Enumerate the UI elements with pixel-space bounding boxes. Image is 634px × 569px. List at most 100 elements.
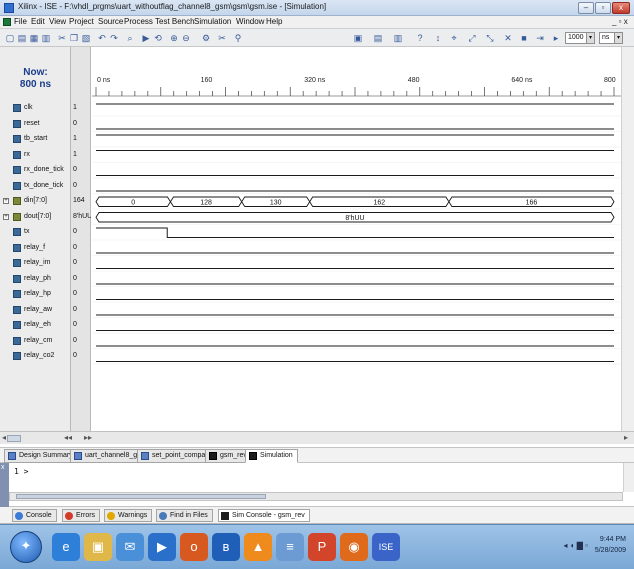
notepad-icon[interactable]: ≡	[276, 533, 304, 561]
cut-tool-icon[interactable]: ✂	[216, 32, 228, 44]
tab-find-in-files[interactable]: Find in Files	[156, 509, 213, 522]
signal-row-rx-done-tick[interactable]: rx_done_tick	[0, 163, 71, 177]
signal-row-tb-start[interactable]: tb_start	[0, 132, 71, 146]
folder-icon[interactable]: ▣	[84, 533, 112, 561]
firefox-icon[interactable]: ◉	[340, 533, 368, 561]
open-icon[interactable]: ▤	[16, 32, 28, 44]
menu-file[interactable]: File	[14, 17, 27, 26]
expand-icon[interactable]: +	[3, 213, 9, 220]
tab-warnings[interactable]: Warnings	[104, 509, 153, 522]
signal-row-relay-f[interactable]: relay_f	[0, 241, 71, 255]
cursor-icon[interactable]: ↕	[432, 32, 444, 44]
print-icon[interactable]: ▥	[40, 32, 52, 44]
help-icon[interactable]: ?	[414, 32, 426, 44]
zoom-in-icon[interactable]: ⊕	[168, 32, 180, 44]
internet-explorer-icon[interactable]: e	[52, 533, 80, 561]
tab-design-summary[interactable]: Design Summary	[4, 449, 78, 463]
console-vertical-scrollbar[interactable]	[623, 463, 634, 492]
tab-console[interactable]: Console	[12, 509, 57, 522]
menu-simulation[interactable]: Simulation	[194, 17, 231, 26]
clock[interactable]: 9:44 PM 5/28/2009	[595, 534, 626, 556]
console-prompt[interactable]: 1 >	[14, 467, 28, 476]
run-time-select[interactable]: 1000 ▾	[565, 32, 595, 44]
start-button[interactable]: ✦	[10, 531, 42, 563]
signal-row-rx[interactable]: rx	[0, 148, 71, 162]
bluetooth-icon[interactable]: ʙ	[212, 533, 240, 561]
close-icon[interactable]: x	[1, 464, 5, 471]
new-icon[interactable]: ▢	[4, 32, 16, 44]
scroll-prev-icon[interactable]: ◂◂	[64, 433, 72, 442]
signal-row-relay-ph[interactable]: relay_ph	[0, 272, 71, 286]
maximize-button[interactable]: ▫	[595, 2, 611, 14]
media-icon[interactable]: ▶	[148, 533, 176, 561]
compile-icon[interactable]: ⚙	[200, 32, 212, 44]
signal-row-clk[interactable]: clk	[0, 101, 71, 115]
vlc-icon[interactable]: ▲	[244, 533, 272, 561]
marker-icon[interactable]: ⌖	[448, 32, 460, 44]
window-tile-icon[interactable]: ▣	[352, 32, 364, 44]
binoculars-icon[interactable]: ⚲	[232, 32, 244, 44]
console-horizontal-scrollbar[interactable]	[9, 492, 623, 501]
menu-window[interactable]: Window	[236, 17, 264, 26]
scroll-left-icon[interactable]: ◂	[2, 433, 6, 442]
waveform-canvas[interactable]: 0 128 130 162 166 8'hUU	[92, 47, 621, 431]
expand-icon[interactable]: +	[3, 198, 9, 204]
messenger-icon[interactable]: ✉	[116, 533, 144, 561]
run-icon[interactable]: ▶	[140, 32, 152, 44]
signal-row-dout-7-0[interactable]: + dout[7:0]	[0, 210, 71, 224]
signal-row-reset[interactable]: reset	[0, 117, 71, 131]
cut-icon[interactable]: ✂	[56, 32, 68, 44]
ise-icon[interactable]: ISE	[372, 533, 400, 561]
app-o-icon[interactable]: o	[180, 533, 208, 561]
signal-row-din-7-0[interactable]: + din[7:0]	[0, 194, 71, 208]
zoom-full-icon[interactable]: ✕	[502, 32, 514, 44]
signal-row-relay-aw[interactable]: relay_aw	[0, 303, 71, 317]
panel-icon[interactable]: ▥	[392, 32, 404, 44]
scroll-thumb[interactable]	[7, 435, 21, 442]
menu-process[interactable]: Process	[124, 17, 153, 26]
paste-icon[interactable]: ▧	[80, 32, 92, 44]
horizontal-scrollbar[interactable]: ◂ ◂◂ ▸▸ ▸	[0, 431, 634, 444]
signal-row-relay-hp[interactable]: relay_hp	[0, 287, 71, 301]
signal-row-tx-done-tick[interactable]: tx_done_tick	[0, 179, 71, 193]
zoom-tool-icon[interactable]: ⤢	[466, 32, 478, 44]
signal-row-relay-co2[interactable]: relay_co2	[0, 349, 71, 363]
signal-row-relay-cm[interactable]: relay_cm	[0, 334, 71, 348]
close-button[interactable]: x	[612, 2, 630, 14]
undo-icon[interactable]: ↶	[96, 32, 108, 44]
step-icon[interactable]: ⇥	[534, 32, 546, 44]
run-for-icon[interactable]: ▸	[550, 32, 562, 44]
scroll-right-icon[interactable]: ▸	[624, 433, 628, 442]
ppt-icon[interactable]: P	[308, 533, 336, 561]
redo-icon[interactable]: ↷	[108, 32, 120, 44]
menu-edit[interactable]: Edit	[31, 17, 45, 26]
stop-icon[interactable]: ■	[518, 32, 530, 44]
signal-value: 0	[73, 243, 77, 251]
menu-view[interactable]: View	[49, 17, 66, 26]
menu-source[interactable]: Source	[98, 17, 123, 26]
save-icon[interactable]: ▦	[28, 32, 40, 44]
find-icon[interactable]: ⌕	[124, 32, 136, 44]
minimize-button[interactable]: –	[578, 2, 594, 14]
restart-icon[interactable]: ⟲	[152, 32, 164, 44]
layout-icon[interactable]: ▤	[372, 32, 384, 44]
mdi-controls[interactable]: _ ▫ x	[612, 17, 628, 26]
zoom-fit-icon[interactable]: ⤡	[484, 32, 496, 44]
time-unit-select[interactable]: ns ▾	[599, 32, 623, 44]
zoom-out-icon[interactable]: ⊖	[180, 32, 192, 44]
ruler-tick-label: 480	[407, 77, 420, 84]
scroll-thumb[interactable]	[16, 494, 266, 499]
tab-sim-console[interactable]: Sim Console - gsm_rev	[218, 509, 310, 522]
signal-row-relay-eh[interactable]: relay_eh	[0, 318, 71, 332]
signal-row-relay-im[interactable]: relay_im	[0, 256, 71, 270]
scroll-next-icon[interactable]: ▸▸	[84, 433, 92, 442]
menu-project[interactable]: Project	[69, 17, 94, 26]
tab-simulation[interactable]: Simulation	[245, 449, 298, 463]
signal-row-tx[interactable]: tx	[0, 225, 71, 239]
system-tray[interactable]: ◂ ◖ ▇ ▫	[563, 541, 588, 550]
menu-test-bench[interactable]: Test Bench	[155, 17, 195, 26]
tab-errors[interactable]: Errors	[62, 509, 101, 522]
vertical-scrollbar[interactable]	[621, 47, 634, 431]
copy-icon[interactable]: ❐	[68, 32, 80, 44]
menu-help[interactable]: Help	[266, 17, 282, 26]
